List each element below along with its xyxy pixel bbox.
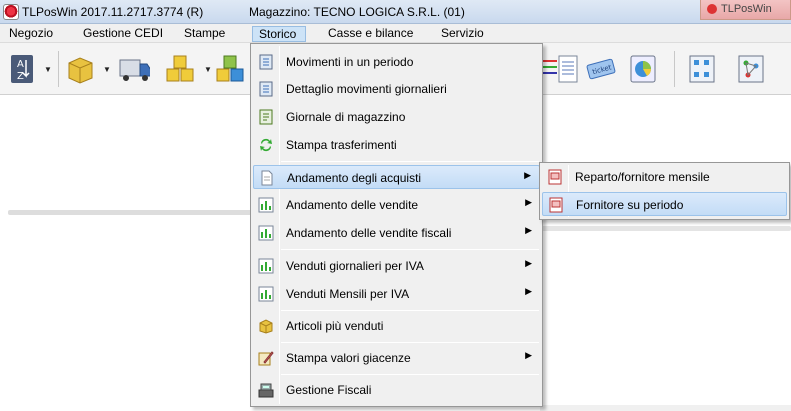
browser-tab[interactable]: TLPosWin [700,0,791,20]
box-icon [257,317,275,335]
menu-item-label: Stampa trasferimenti [286,138,397,152]
network-grid-button[interactable] [686,53,718,85]
window-title: TLPosWin 2017.11.2717.3774 (R) [22,5,204,19]
menu-bar: Negozio Gestione CEDI Stampe Storico Cas… [0,24,791,43]
menu-stampe[interactable]: Stampe [178,26,231,42]
sort-dropdown-arrow[interactable]: ▼ [44,66,52,74]
menu-item-venduti-giornalieri-iva[interactable]: Venduti giornalieri per IVA ▶ [253,254,540,278]
menu-separator [281,249,539,250]
list-report-icon [257,80,275,98]
document-list-icon [558,55,578,83]
submenu-arrow-icon: ▶ [525,286,532,296]
toolbar-separator [58,51,59,87]
bar-chart-icon [257,257,275,275]
title-bar: TLPosWin 2017.11.2717.3774 (R) Magazzino… [0,0,791,24]
submenu-item-fornitore-su-periodo[interactable]: Fornitore su periodo [542,192,787,216]
background-strip [8,210,253,215]
submenu-arrow-icon: ▶ [525,225,532,235]
stacked-boxes-icon [166,55,194,82]
document-list-button[interactable] [552,53,584,85]
menu-item-label: Fornitore su periodo [576,198,684,212]
network-map-button[interactable] [735,53,767,85]
menu-item-label: Gestione Fiscali [286,383,372,397]
bar-chart-icon [257,196,275,214]
document-icon [258,169,276,187]
menu-item-andamento-vendite-fiscali[interactable]: Andamento delle vendite fiscali ▶ [253,221,540,245]
truck-icon [119,59,150,81]
menu-item-gestione-fiscali[interactable]: Gestione Fiscali [253,378,540,402]
menu-item-label: Andamento degli acquisti [287,171,422,185]
menu-item-dettaglio-movimenti[interactable]: Dettaglio movimenti giornalieri [253,77,540,101]
submenu-arrow-icon: ▶ [524,170,531,180]
menu-item-label: Articoli più venduti [286,319,384,333]
menu-casse-bilance[interactable]: Casse e bilance [322,26,419,42]
menu-item-label: Venduti giornalieri per IVA [286,259,424,273]
menu-item-label: Reparto/fornitore mensile [575,170,710,184]
stacked-boxes-button[interactable] [164,53,196,85]
menu-item-stampa-valori-giacenze[interactable]: Stampa valori giacenze ▶ [253,346,540,370]
box-button[interactable] [64,53,96,85]
menu-negozio[interactable]: Negozio [3,26,59,42]
browser-tab-label: TLPosWin [721,3,772,15]
submenu-item-reparto-fornitore-mensile[interactable]: Reparto/fornitore mensile [542,165,787,189]
background-strip [540,226,791,231]
pie-chart-icon [630,55,656,83]
menu-gestione-cedi[interactable]: Gestione CEDI [77,26,169,42]
colored-boxes-button[interactable] [214,53,246,85]
menu-item-label: Andamento delle vendite [286,198,419,212]
menu-item-giornale-magazzino[interactable]: Giornale di magazzino [253,105,540,129]
tab-icon [707,4,717,14]
pie-chart-button[interactable] [627,53,659,85]
menu-item-stampa-trasferimenti[interactable]: Stampa trasferimenti [253,133,540,157]
network-grid-icon [689,55,715,83]
submenu-arrow-icon: ▶ [525,350,532,360]
sort-az-icon: AZ [11,55,33,83]
menu-item-articoli-piu-venduti[interactable]: Articoli più venduti [253,314,540,338]
bar-chart-icon [257,285,275,303]
menu-item-andamento-acquisti[interactable]: Andamento degli acquisti ▶ [253,165,540,189]
menu-item-andamento-vendite[interactable]: Andamento delle vendite ▶ [253,193,540,217]
app-logo-icon [3,4,19,20]
report-icon [546,168,564,186]
menu-item-label: Venduti Mensili per IVA [286,287,410,301]
submenu-arrow-icon: ▶ [525,197,532,207]
menu-separator [281,161,539,162]
menu-item-movimenti-periodo[interactable]: Movimenti in un periodo [253,50,540,74]
menu-item-label: Giornale di magazzino [286,110,406,124]
toolbar-separator [674,51,675,87]
menu-storico[interactable]: Storico [252,26,306,42]
colored-boxes-icon [216,55,244,82]
boxes-dropdown-arrow[interactable]: ▼ [204,66,212,74]
journal-icon [257,108,275,126]
network-map-icon [738,55,764,83]
menu-separator [281,342,539,343]
menu-separator [281,310,539,311]
ticket-button[interactable]: ticket [585,53,617,85]
list-report-icon [257,53,275,71]
menu-item-label: Stampa valori giacenze [286,351,411,365]
ticket-icon: ticket [586,58,616,80]
cash-register-icon [257,381,275,399]
transfer-arrows-icon [257,136,275,154]
menu-item-label: Andamento delle vendite fiscali [286,226,452,240]
menu-separator [281,374,539,375]
submenu-arrow-icon: ▶ [525,258,532,268]
background-strip [540,405,791,411]
menu-item-label: Dettaglio movimenti giornalieri [286,82,447,96]
report-icon [547,196,565,214]
storico-menu: Movimenti in un periodo Dettaglio movime… [250,43,543,407]
menu-item-venduti-mensili-iva[interactable]: Venduti Mensili per IVA ▶ [253,282,540,306]
svg-text:A: A [17,59,24,70]
truck-button[interactable] [118,53,150,85]
andamento-acquisti-submenu: Reparto/fornitore mensile Fornitore su p… [539,162,790,220]
box-icon [68,57,93,84]
pencil-note-icon [257,349,275,367]
bar-chart-icon [257,224,275,242]
sort-az-button[interactable]: AZ [6,53,38,85]
store-label: Magazzino: TECNO LOGICA S.R.L. (01) [249,5,465,19]
menu-item-label: Movimenti in un periodo [286,55,414,69]
svg-text:Z: Z [17,71,24,82]
menu-servizio[interactable]: Servizio [435,26,490,42]
box-dropdown-arrow[interactable]: ▼ [103,66,111,74]
